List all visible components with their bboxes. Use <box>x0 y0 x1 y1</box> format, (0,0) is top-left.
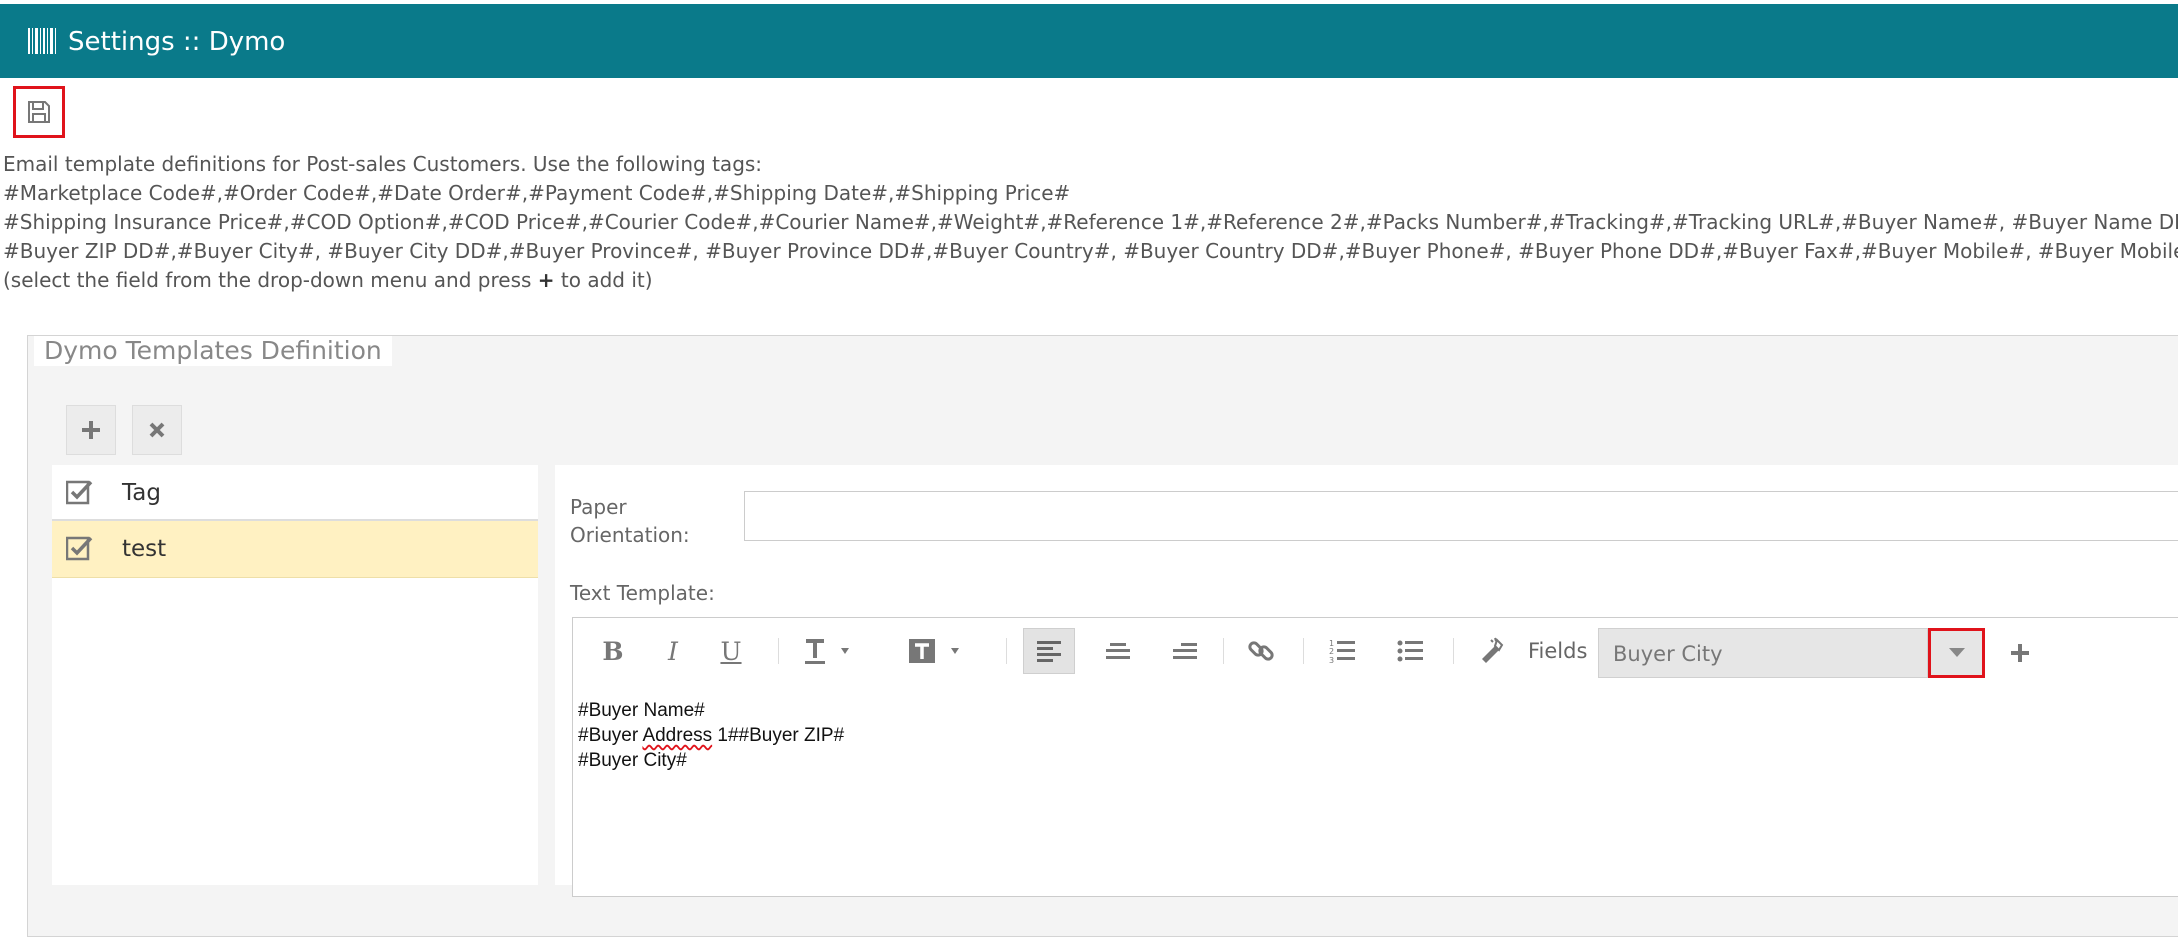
hint-prefix: (select the field from the drop-down men… <box>3 268 538 292</box>
tag-table-header: Tag <box>52 465 538 521</box>
bold-button[interactable]: B <box>593 631 633 671</box>
instructions-intro: Email template definitions for Post-sale… <box>3 152 763 176</box>
fields-select[interactable]: Buyer City <box>1598 628 1928 678</box>
editor-line-2-part-a: #Buyer <box>578 725 643 746</box>
paper-orientation-field[interactable] <box>744 491 2178 541</box>
page-title: Settings :: Dymo <box>68 27 286 57</box>
spellcheck-word: Address <box>642 725 713 746</box>
editor-line-2-part-c: 1##Buyer ZIP# <box>712 725 845 746</box>
align-right-icon <box>1173 643 1197 659</box>
tag-column-header: Tag <box>122 480 161 506</box>
delete-template-button[interactable] <box>132 405 182 455</box>
dropdown-arrow-icon <box>1948 648 1965 657</box>
toolbar-divider <box>1453 638 1454 664</box>
background-color-icon <box>908 639 959 663</box>
plus-icon <box>82 421 100 439</box>
toolbar-divider <box>1006 638 1007 664</box>
text-template-editor[interactable]: B I U 1 2 3 Fields Buyer City #Buyer Nam… <box>572 617 2178 897</box>
hint-suffix: to add it) <box>554 268 653 292</box>
underline-icon: U <box>720 636 742 666</box>
text-template-label: Text Template: <box>570 581 715 605</box>
barcode-icon <box>28 28 56 54</box>
align-right-button[interactable] <box>1165 631 1205 671</box>
toolbar-divider <box>778 638 779 664</box>
editor-line-3: #Buyer City# <box>578 750 687 771</box>
title-bar: Settings :: Dymo <box>0 4 2178 78</box>
tags-line-3: #Buyer ZIP DD#,#Buyer City#, #Buyer City… <box>3 239 2178 263</box>
underline-button[interactable]: U <box>713 631 749 671</box>
template-form: Paper Orientation: Text Template: B I U <box>555 465 2178 897</box>
toolbar-divider <box>1303 638 1304 664</box>
editor-toolbar: B I U 1 2 3 Fields Buyer City <box>573 618 2178 684</box>
toolbar-divider <box>1223 638 1224 664</box>
editor-line-1: #Buyer Name# <box>578 700 705 721</box>
save-button[interactable] <box>13 86 65 138</box>
add-field-icon <box>2011 644 2029 662</box>
add-field-button[interactable] <box>2003 636 2037 670</box>
editor-line-2: #Buyer Address 1##Buyer ZIP# <box>578 723 844 748</box>
ordered-list-icon: 1 2 3 <box>1329 639 1355 665</box>
svg-text:3: 3 <box>1329 656 1334 665</box>
fields-dropdown-button[interactable] <box>1928 628 1985 678</box>
svg-text:2: 2 <box>1329 647 1334 656</box>
tag-table: Tag test <box>52 465 538 885</box>
editor-content[interactable]: #Buyer Name# #Buyer Address 1##Buyer ZIP… <box>578 698 844 773</box>
bold-icon: B <box>602 636 624 666</box>
row-checkbox[interactable] <box>66 535 94 561</box>
fields-select-value: Buyer City <box>1613 642 1723 666</box>
fields-label: Fields <box>1528 639 1588 663</box>
align-left-icon <box>1037 641 1061 662</box>
align-center-icon <box>1106 643 1130 659</box>
align-left-button[interactable] <box>1023 628 1075 674</box>
link-icon <box>1248 641 1274 661</box>
align-center-button[interactable] <box>1098 631 1138 671</box>
floppy-disk-icon <box>28 101 50 123</box>
paper-orientation-label-2: Orientation: <box>570 523 690 547</box>
paper-orientation-label-1: Paper <box>570 495 627 519</box>
tag-cell: test <box>122 536 167 562</box>
instructions-hint: (select the field from the drop-down men… <box>3 266 2178 295</box>
table-row[interactable]: test <box>52 521 538 578</box>
hint-plus: + <box>537 268 555 292</box>
tags-line-2: #Shipping Insurance Price#,#COD Option#,… <box>3 210 2178 234</box>
clear-format-button[interactable] <box>1471 631 1511 671</box>
unordered-list-icon <box>1397 640 1423 662</box>
italic-button[interactable]: I <box>658 631 688 671</box>
unordered-list-button[interactable] <box>1391 631 1431 671</box>
font-color-icon <box>804 639 849 664</box>
font-color-button[interactable] <box>798 631 863 671</box>
clear-format-icon <box>1482 637 1504 663</box>
italic-icon: I <box>668 636 678 666</box>
close-icon <box>149 422 165 438</box>
ordered-list-button[interactable]: 1 2 3 <box>1323 631 1363 671</box>
link-button[interactable] <box>1241 631 1281 671</box>
select-all-checkbox[interactable] <box>66 479 94 505</box>
panel-legend: Dymo Templates Definition <box>34 336 392 366</box>
background-color-button[interactable] <box>903 631 973 671</box>
tag-instructions: Email template definitions for Post-sale… <box>3 150 2178 295</box>
add-template-button[interactable] <box>66 405 116 455</box>
tags-line-1: #Marketplace Code#,#Order Code#,#Date Or… <box>3 181 1071 205</box>
